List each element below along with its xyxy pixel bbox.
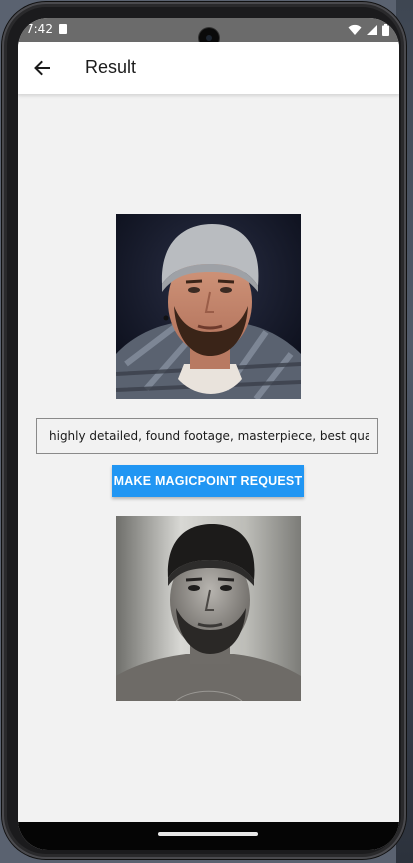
app-bar: Result xyxy=(18,42,399,94)
app-screen: 7:42 Result highly detailed, found foota… xyxy=(18,18,399,850)
navigation-bar xyxy=(18,822,399,850)
home-gesture-handle[interactable] xyxy=(158,832,258,836)
back-button[interactable] xyxy=(28,54,56,82)
wifi-icon xyxy=(348,24,362,35)
status-time: 7:42 xyxy=(26,22,53,36)
battery-icon xyxy=(382,24,389,36)
signal-icon xyxy=(367,25,377,35)
sim-card-icon xyxy=(59,24,67,34)
phone-frame: 7:42 Result highly detailed, found foota… xyxy=(2,2,406,859)
make-magicpoint-request-button[interactable]: MAKE MAGICPOINT REQUEST xyxy=(112,465,304,497)
arrow-back-icon xyxy=(34,60,50,76)
result-photo xyxy=(116,516,301,701)
result-portrait-image xyxy=(116,516,301,701)
prompt-input[interactable] xyxy=(36,418,378,454)
input-photo xyxy=(116,214,301,399)
page-title: Result xyxy=(85,57,137,77)
status-icons xyxy=(348,22,389,38)
input-portrait-image xyxy=(116,214,301,399)
